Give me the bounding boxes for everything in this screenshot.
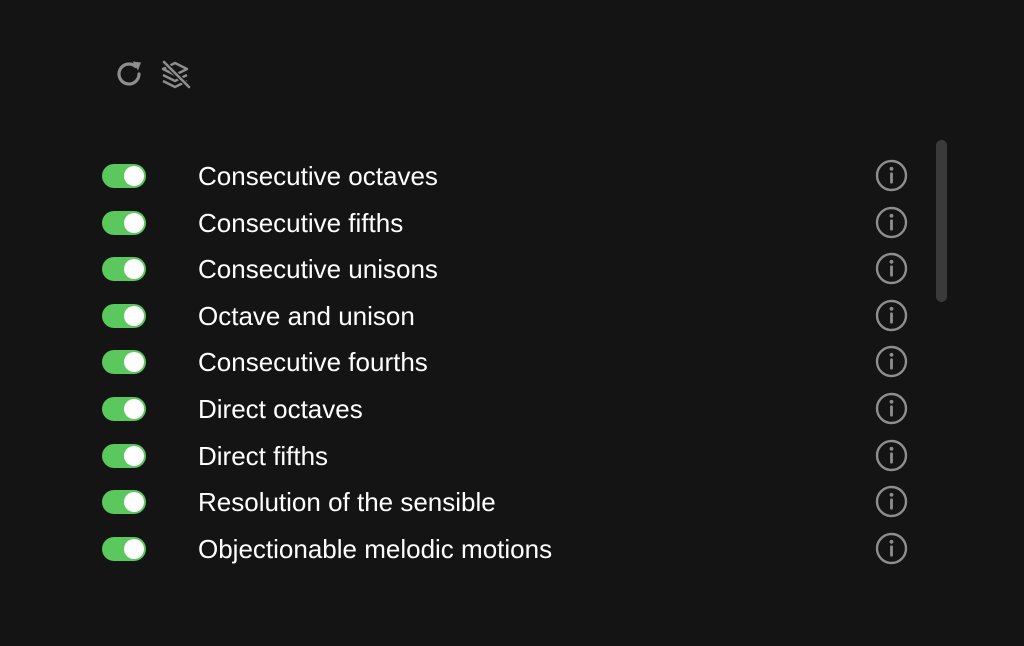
rule-row: Consecutive octaves	[0, 146, 1024, 193]
info-icon	[875, 252, 908, 285]
rule-label: Objectionable melodic motions	[198, 533, 553, 564]
rule-toggle[interactable]	[102, 303, 146, 328]
info-button[interactable]	[875, 439, 908, 472]
info-icon	[875, 392, 908, 425]
info-icon	[875, 206, 908, 239]
info-button[interactable]	[875, 532, 908, 565]
info-icon	[875, 299, 908, 332]
toggle-knob	[124, 212, 144, 233]
scroll-thumb[interactable]	[936, 140, 947, 302]
rule-row: Octave and unison	[0, 286, 1024, 333]
toggle-knob	[124, 352, 144, 373]
toggle-knob	[124, 492, 144, 513]
rules-settings-screen: Consecutive octaves Consecutive fifths Con…	[0, 0, 1024, 646]
rule-toggle[interactable]	[102, 350, 146, 375]
refresh-icon	[112, 56, 148, 92]
info-button[interactable]	[875, 345, 908, 378]
rule-label: Consecutive unisons	[198, 254, 438, 285]
rule-label: Consecutive fifths	[198, 207, 404, 238]
toggle-knob	[124, 305, 144, 326]
info-icon	[875, 159, 908, 192]
info-button[interactable]	[875, 252, 908, 285]
rule-label: Direct fifths	[198, 440, 329, 471]
rule-toggle[interactable]	[102, 210, 146, 235]
toolbar	[112, 56, 194, 92]
layers-off-icon	[158, 56, 194, 92]
info-button[interactable]	[875, 485, 908, 518]
rule-label: Octave and unison	[198, 300, 415, 331]
rule-toggle[interactable]	[102, 443, 146, 468]
toggle-knob	[124, 445, 144, 466]
rule-row: Objectionable melodic motions	[0, 519, 1024, 566]
rule-row: Direct fifths	[0, 426, 1024, 473]
rule-row: Consecutive unisons	[0, 239, 1024, 286]
rule-row: Consecutive fifths	[0, 193, 1024, 240]
rule-toggle[interactable]	[102, 257, 146, 282]
layers-toggle-button[interactable]	[158, 56, 194, 92]
rule-toggle[interactable]	[102, 164, 146, 188]
toggle-knob	[124, 259, 144, 280]
info-button[interactable]	[875, 299, 908, 332]
rule-label: Resolution of the sensible	[198, 487, 496, 518]
rule-toggle[interactable]	[102, 396, 146, 421]
rule-label: Consecutive octaves	[198, 161, 438, 191]
info-button[interactable]	[875, 159, 908, 192]
reset-button[interactable]	[112, 56, 148, 92]
rule-toggle[interactable]	[102, 490, 146, 515]
rule-row: Consecutive fourths	[0, 332, 1024, 379]
rule-items: Consecutive octaves Consecutive fifths Con…	[0, 146, 1024, 565]
rule-toggle[interactable]	[102, 536, 146, 561]
rule-label: Direct octaves	[198, 393, 363, 424]
info-icon	[875, 532, 908, 565]
rule-row: Direct octaves	[0, 379, 1024, 426]
toggle-knob	[124, 538, 144, 559]
info-icon	[875, 485, 908, 518]
scrollbar[interactable]	[935, 140, 949, 580]
info-button[interactable]	[875, 206, 908, 239]
toggle-knob	[124, 398, 144, 419]
rules-list[interactable]: Consecutive octaves Consecutive fifths Con…	[0, 146, 1024, 578]
toggle-knob	[124, 166, 144, 186]
rule-label: Consecutive fourths	[198, 347, 428, 378]
info-button[interactable]	[875, 392, 908, 425]
info-icon	[875, 439, 908, 472]
info-icon	[875, 345, 908, 378]
rule-row: Resolution of the sensible	[0, 472, 1024, 519]
